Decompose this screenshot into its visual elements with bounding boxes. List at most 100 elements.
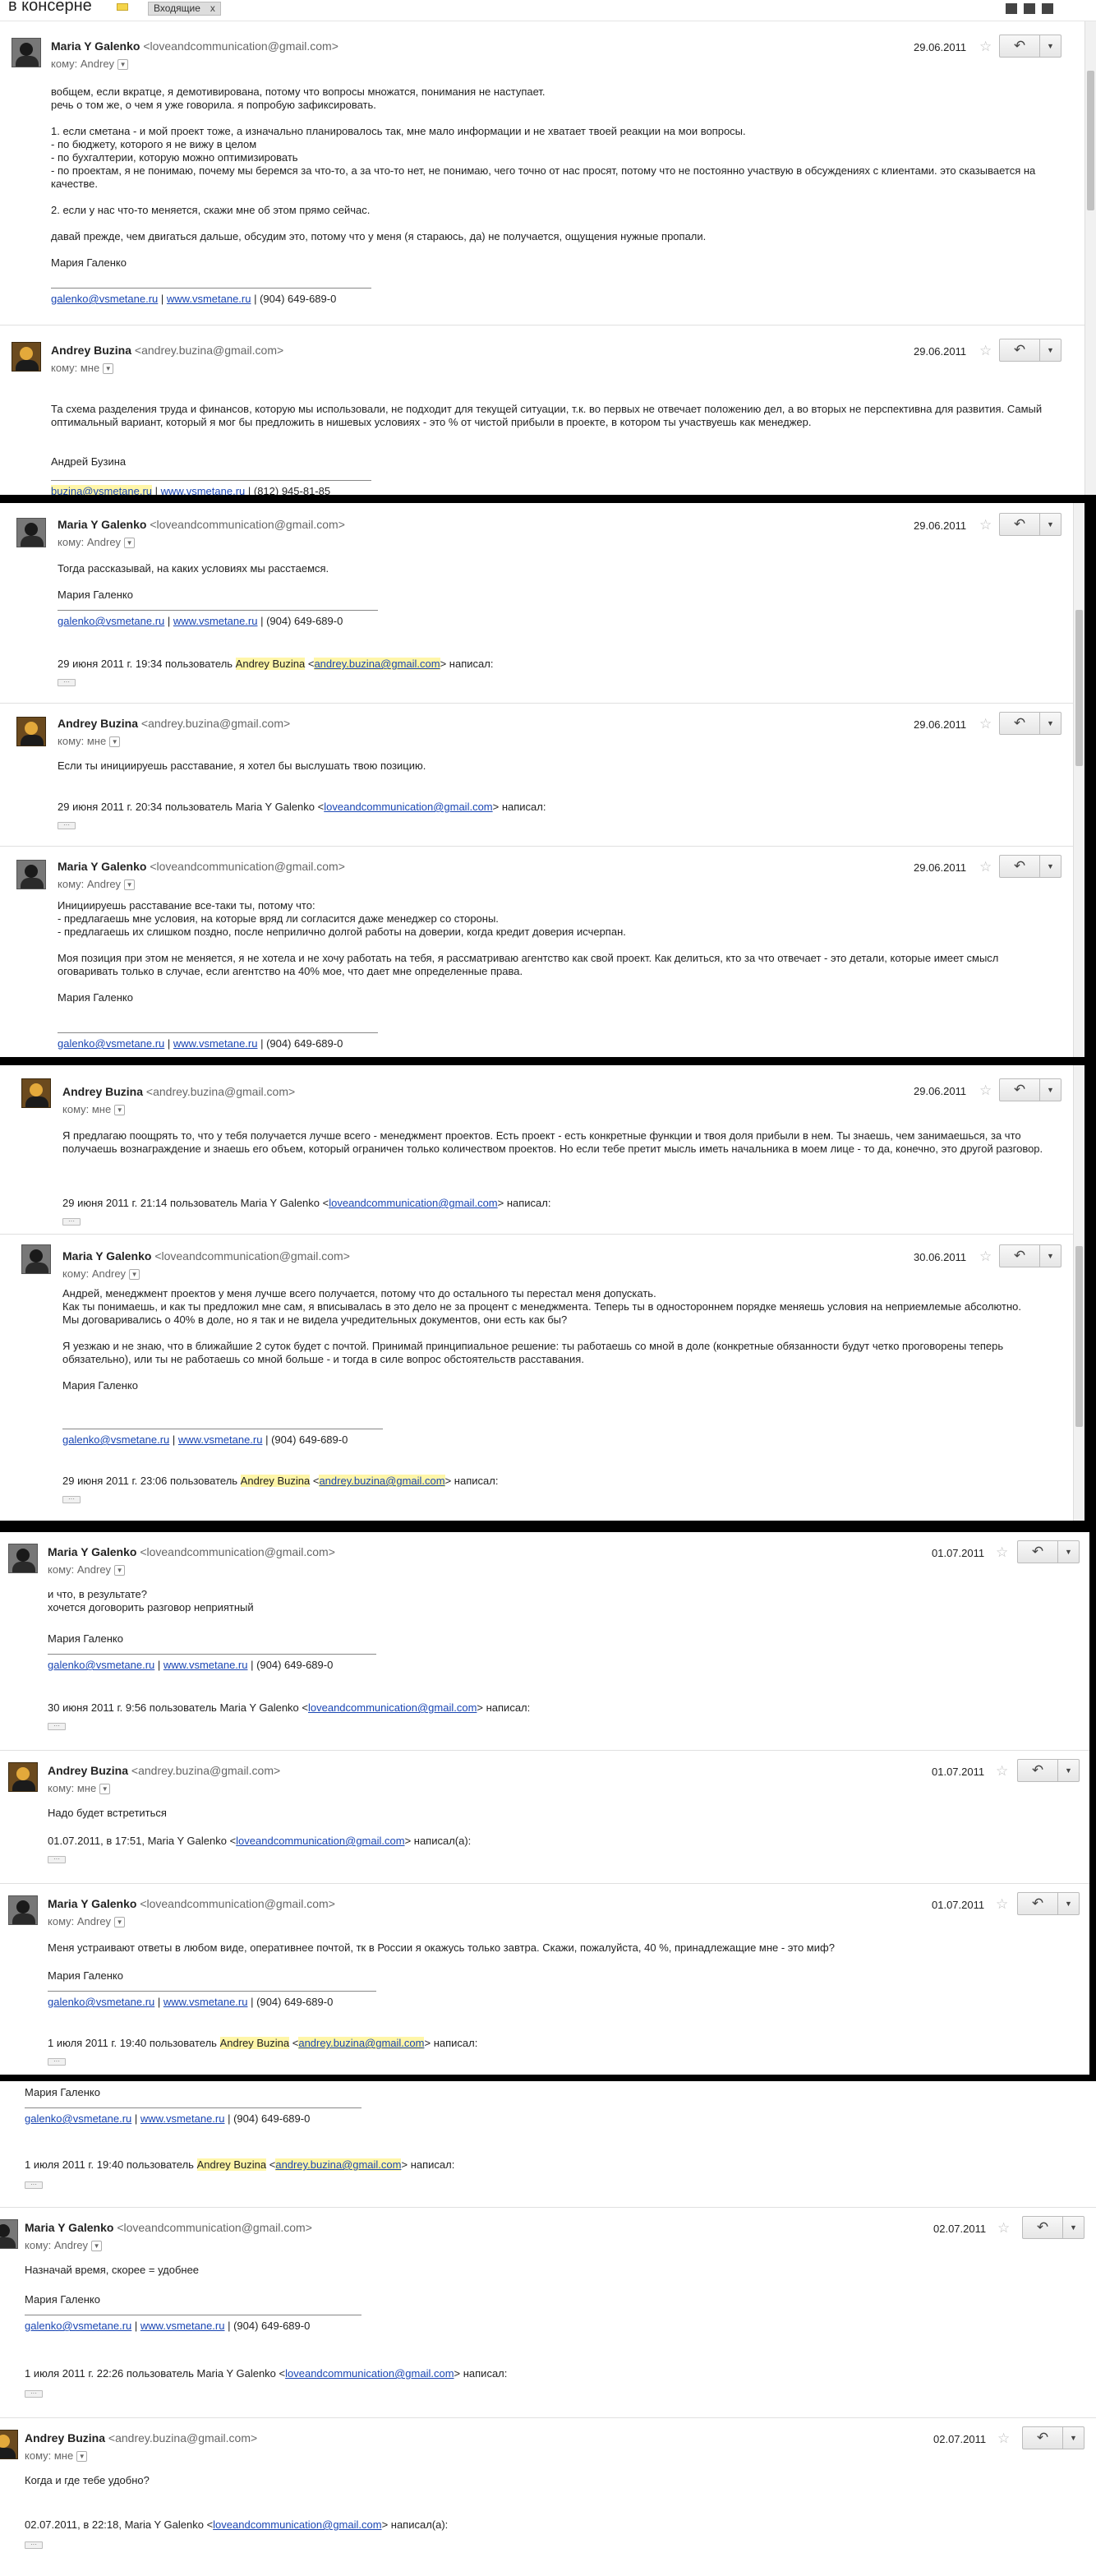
avatar[interactable] [0, 2430, 18, 2459]
details-dropdown-icon[interactable]: ▼ [103, 363, 114, 375]
quote-email-link[interactable]: andrey.buzina@gmail.com [298, 2037, 425, 2049]
avatar[interactable] [21, 1244, 51, 1274]
scrollbar-thumb[interactable] [1075, 610, 1083, 766]
signature-website-link[interactable]: www.vsmetane.ru [167, 293, 251, 305]
details-dropdown-icon[interactable]: ▼ [114, 1105, 126, 1116]
recipient[interactable]: кому: Andrey ▼ [58, 878, 136, 891]
signature-email-link[interactable]: galenko@vsmetane.ru [58, 1037, 164, 1050]
show-quoted-text-button[interactable]: ··· [48, 2058, 66, 2066]
signature-email-link[interactable]: galenko@vsmetane.ru [48, 1659, 154, 1671]
star-icon[interactable]: ☆ [996, 1545, 1008, 1559]
recipient[interactable]: кому: мне ▼ [25, 2449, 88, 2463]
sender[interactable]: Maria Y Galenko <loveandcommunication@gm… [58, 860, 345, 873]
show-quoted-text-button[interactable]: ··· [25, 2541, 43, 2549]
star-icon[interactable]: ☆ [979, 860, 992, 874]
star-icon[interactable]: ☆ [997, 2431, 1010, 2445]
avatar[interactable] [21, 1078, 51, 1108]
signature-email-link[interactable]: galenko@vsmetane.ru [25, 2112, 131, 2125]
star-icon[interactable]: ☆ [979, 1249, 992, 1263]
details-dropdown-icon[interactable]: ▼ [76, 2451, 88, 2463]
signature-email-link[interactable]: galenko@vsmetane.ru [25, 2320, 131, 2332]
sender[interactable]: Andrey Buzina <andrey.buzina@gmail.com> [62, 1085, 295, 1098]
recipient[interactable]: кому: мне ▼ [62, 1103, 126, 1116]
show-quoted-text-button[interactable]: ··· [58, 679, 76, 686]
reply-button[interactable]: ↶ [999, 339, 1040, 362]
reply-button[interactable]: ↶ [1017, 1892, 1058, 1915]
details-dropdown-icon[interactable]: ▼ [124, 879, 136, 891]
scrollbar[interactable] [1073, 1065, 1084, 1521]
remove-label-icon[interactable]: x [210, 2, 215, 14]
reply-button[interactable]: ↶ [999, 35, 1040, 58]
show-quoted-text-button[interactable]: ··· [48, 1856, 66, 1863]
avatar[interactable] [8, 1544, 38, 1573]
star-icon[interactable]: ☆ [979, 344, 992, 358]
sender[interactable]: Maria Y Galenko <loveandcommunication@gm… [48, 1897, 335, 1910]
details-dropdown-icon[interactable]: ▼ [124, 538, 136, 549]
sender[interactable]: Andrey Buzina <andrey.buzina@gmail.com> [58, 717, 290, 730]
more-actions-button[interactable]: ▼ [1040, 339, 1061, 362]
recipient[interactable]: кому: Andrey ▼ [48, 1563, 126, 1577]
star-icon[interactable]: ☆ [979, 39, 992, 53]
quote-email-link[interactable]: loveandcommunication@gmail.com [329, 1197, 497, 1209]
show-quoted-text-button[interactable]: ··· [62, 1218, 81, 1226]
quote-email-link[interactable]: loveandcommunication@gmail.com [285, 2367, 454, 2380]
new-window-icon[interactable] [1006, 3, 1017, 14]
quote-email-link[interactable]: loveandcommunication@gmail.com [236, 1835, 404, 1847]
quote-email-link[interactable]: loveandcommunication@gmail.com [213, 2518, 381, 2531]
recipient[interactable]: кому: Andrey ▼ [62, 1267, 140, 1281]
star-icon[interactable]: ☆ [996, 1764, 1008, 1778]
signature-website-link[interactable]: www.vsmetane.ru [173, 1037, 258, 1050]
more-actions-button[interactable]: ▼ [1040, 1078, 1061, 1101]
quote-email-link[interactable]: andrey.buzina@gmail.com [314, 658, 440, 670]
recipient[interactable]: кому: мне ▼ [48, 1782, 111, 1795]
recipient[interactable]: кому: мне ▼ [58, 735, 121, 748]
expand-all-icon[interactable] [1042, 3, 1053, 14]
sender[interactable]: Maria Y Galenko <loveandcommunication@gm… [58, 518, 345, 531]
recipient[interactable]: кому: Andrey ▼ [48, 1915, 126, 1928]
quote-email-link[interactable]: loveandcommunication@gmail.com [308, 1701, 477, 1714]
avatar[interactable] [16, 717, 46, 746]
reply-button[interactable]: ↶ [1022, 2426, 1063, 2449]
avatar[interactable] [12, 38, 41, 67]
quote-email-link[interactable]: andrey.buzina@gmail.com [319, 1475, 445, 1487]
show-quoted-text-button[interactable]: ··· [25, 2181, 43, 2189]
signature-website-link[interactable]: www.vsmetane.ru [178, 1433, 263, 1446]
scrollbar-thumb[interactable] [1075, 1246, 1083, 1427]
show-quoted-text-button[interactable]: ··· [58, 822, 76, 829]
signature-email-link[interactable]: galenko@vsmetane.ru [51, 293, 158, 305]
avatar[interactable] [8, 1762, 38, 1792]
avatar[interactable] [8, 1895, 38, 1925]
more-actions-button[interactable]: ▼ [1040, 712, 1061, 735]
more-actions-button[interactable]: ▼ [1040, 1244, 1061, 1267]
more-actions-button[interactable]: ▼ [1058, 1759, 1080, 1782]
show-quoted-text-button[interactable]: ··· [25, 2390, 43, 2398]
scrollbar[interactable] [1084, 21, 1096, 495]
details-dropdown-icon[interactable]: ▼ [109, 736, 121, 748]
reply-button[interactable]: ↶ [999, 513, 1040, 536]
recipient[interactable]: кому: Andrey ▼ [58, 536, 136, 549]
signature-website-link[interactable]: www.vsmetane.ru [163, 1659, 248, 1671]
sender[interactable]: Maria Y Galenko <loveandcommunication@gm… [51, 39, 338, 53]
scrollbar[interactable] [1073, 503, 1084, 1057]
print-icon[interactable] [1024, 3, 1035, 14]
inbox-label-chip[interactable]: Входящие x [148, 2, 221, 16]
star-icon[interactable]: ☆ [979, 1083, 992, 1097]
more-actions-button[interactable]: ▼ [1063, 2216, 1084, 2239]
show-quoted-text-button[interactable]: ··· [48, 1723, 66, 1730]
star-icon[interactable]: ☆ [979, 518, 992, 532]
signature-email-link[interactable]: galenko@vsmetane.ru [48, 1996, 154, 2008]
sender[interactable]: Andrey Buzina <andrey.buzina@gmail.com> [51, 344, 283, 357]
recipient[interactable]: кому: Andrey ▼ [25, 2239, 103, 2252]
reply-button[interactable]: ↶ [999, 855, 1040, 878]
sender[interactable]: Maria Y Galenko <loveandcommunication@gm… [62, 1249, 350, 1263]
star-icon[interactable]: ☆ [996, 1897, 1008, 1911]
avatar[interactable] [0, 2219, 18, 2249]
reply-button[interactable]: ↶ [999, 1078, 1040, 1101]
more-actions-button[interactable]: ▼ [1040, 855, 1061, 878]
recipient[interactable]: кому: Andrey ▼ [51, 58, 129, 71]
reply-button[interactable]: ↶ [999, 712, 1040, 735]
details-dropdown-icon[interactable]: ▼ [91, 2241, 103, 2252]
quote-email-link[interactable]: andrey.buzina@gmail.com [275, 2158, 402, 2171]
details-dropdown-icon[interactable]: ▼ [99, 1784, 111, 1795]
recipient[interactable]: кому: мне ▼ [51, 362, 114, 375]
